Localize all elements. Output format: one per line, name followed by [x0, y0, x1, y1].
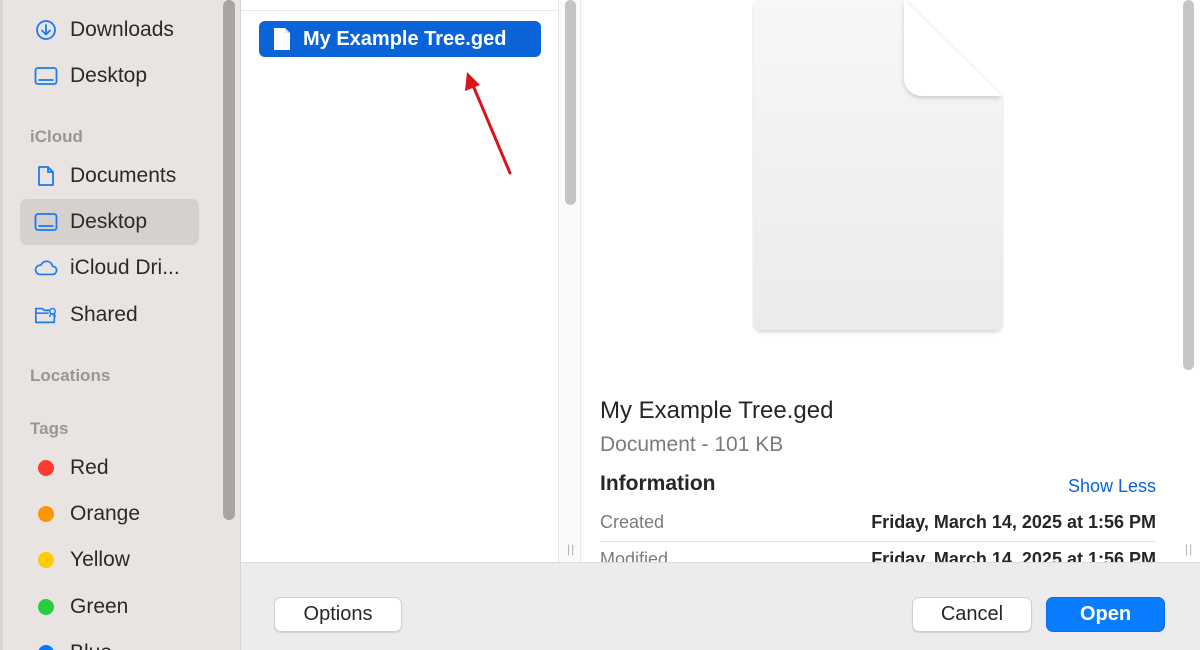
file-icon: [273, 27, 291, 51]
divider: [600, 541, 1156, 542]
sidebar-item-documents[interactable]: Documents: [20, 153, 199, 199]
sidebar-item-downloads[interactable]: Downloads: [20, 7, 199, 53]
document-preview-icon: [754, 0, 1002, 330]
sidebar-item-label: Downloads: [70, 18, 174, 41]
sidebar-scrollbar[interactable]: [223, 0, 235, 520]
sidebar-section-tags[interactable]: Tags: [30, 419, 68, 439]
divider: [241, 10, 559, 11]
file-item-label: My Example Tree.ged: [303, 27, 507, 50]
sidebar-item-label: Red: [70, 456, 109, 479]
document-icon: [34, 164, 58, 188]
sidebar-item-label: Desktop: [70, 64, 148, 87]
sidebar-item-icloud-drive[interactable]: iCloud Dri...: [20, 245, 199, 291]
open-button[interactable]: Open: [1046, 597, 1165, 632]
preview-pane: My Example Tree.ged Document - 101 KB In…: [582, 0, 1177, 569]
sidebar-item-shared[interactable]: Shared: [20, 292, 199, 338]
sidebar-item-label: Documents: [70, 164, 177, 187]
preview-scrollbar[interactable]: ||: [1177, 0, 1200, 562]
sidebar-edge: [0, 0, 3, 650]
preview-subtitle: Document - 101 KB: [600, 433, 784, 456]
options-button[interactable]: Options: [274, 597, 402, 632]
dialog-button-bar: Options Cancel Open: [241, 562, 1200, 650]
sidebar-item-desktop[interactable]: Desktop: [20, 53, 199, 99]
sidebar-tag-green[interactable]: Green: [20, 584, 199, 630]
shared-folder-icon: [34, 303, 58, 327]
desktop-icon: [34, 64, 58, 88]
sidebar-item-label: Yellow: [70, 548, 130, 571]
cancel-button[interactable]: Cancel: [912, 597, 1032, 632]
info-row-created: Created Friday, March 14, 2025 at 1:56 P…: [600, 512, 1156, 533]
preview-title: My Example Tree.ged: [600, 397, 834, 424]
sidebar-item-label: Desktop: [70, 210, 148, 233]
tag-dot-icon: [34, 502, 58, 526]
sidebar-item-label: Blue: [70, 641, 112, 650]
sidebar-item-icloud-desktop[interactable]: Desktop: [20, 199, 199, 245]
scrollbar-thumb[interactable]: [565, 0, 576, 205]
sidebar-tag-yellow[interactable]: Yellow: [20, 537, 199, 583]
tag-dot-icon: [34, 641, 58, 650]
sidebar-tag-red[interactable]: Red: [20, 445, 199, 491]
file-item-selected[interactable]: My Example Tree.ged: [259, 21, 541, 57]
column-resize-grip-icon[interactable]: ||: [1185, 542, 1193, 556]
sidebar-tag-blue[interactable]: Blue: [20, 630, 199, 650]
tag-dot-icon: [34, 456, 58, 480]
sidebar-section-icloud: iCloud: [30, 127, 83, 146]
tag-dot-icon: [34, 595, 58, 619]
info-value: Friday, March 14, 2025 at 1:56 PM: [871, 512, 1156, 532]
desktop-icon: [34, 210, 58, 234]
tag-dot-icon: [34, 548, 58, 572]
info-key: Created: [600, 512, 665, 532]
sidebar-item-label: Green: [70, 595, 129, 618]
sidebar: Downloads Desktop iCloud Documents Deskt…: [0, 0, 241, 650]
file-list-scrollbar[interactable]: ||: [559, 0, 581, 562]
show-less-link[interactable]: Show Less: [1068, 476, 1156, 497]
sidebar-section-locations[interactable]: Locations: [30, 366, 110, 386]
scrollbar-thumb[interactable]: [1183, 0, 1194, 370]
download-icon: [34, 18, 58, 42]
cloud-icon: [34, 256, 58, 280]
sidebar-item-label: Shared: [70, 303, 138, 326]
sidebar-tag-orange[interactable]: Orange: [20, 491, 199, 537]
sidebar-item-label: Orange: [70, 502, 141, 525]
column-resize-grip-icon[interactable]: ||: [567, 542, 575, 556]
information-header: Information: [600, 472, 716, 495]
sidebar-item-label: iCloud Dri...: [70, 256, 180, 279]
annotation-arrow-icon: [465, 72, 512, 175]
